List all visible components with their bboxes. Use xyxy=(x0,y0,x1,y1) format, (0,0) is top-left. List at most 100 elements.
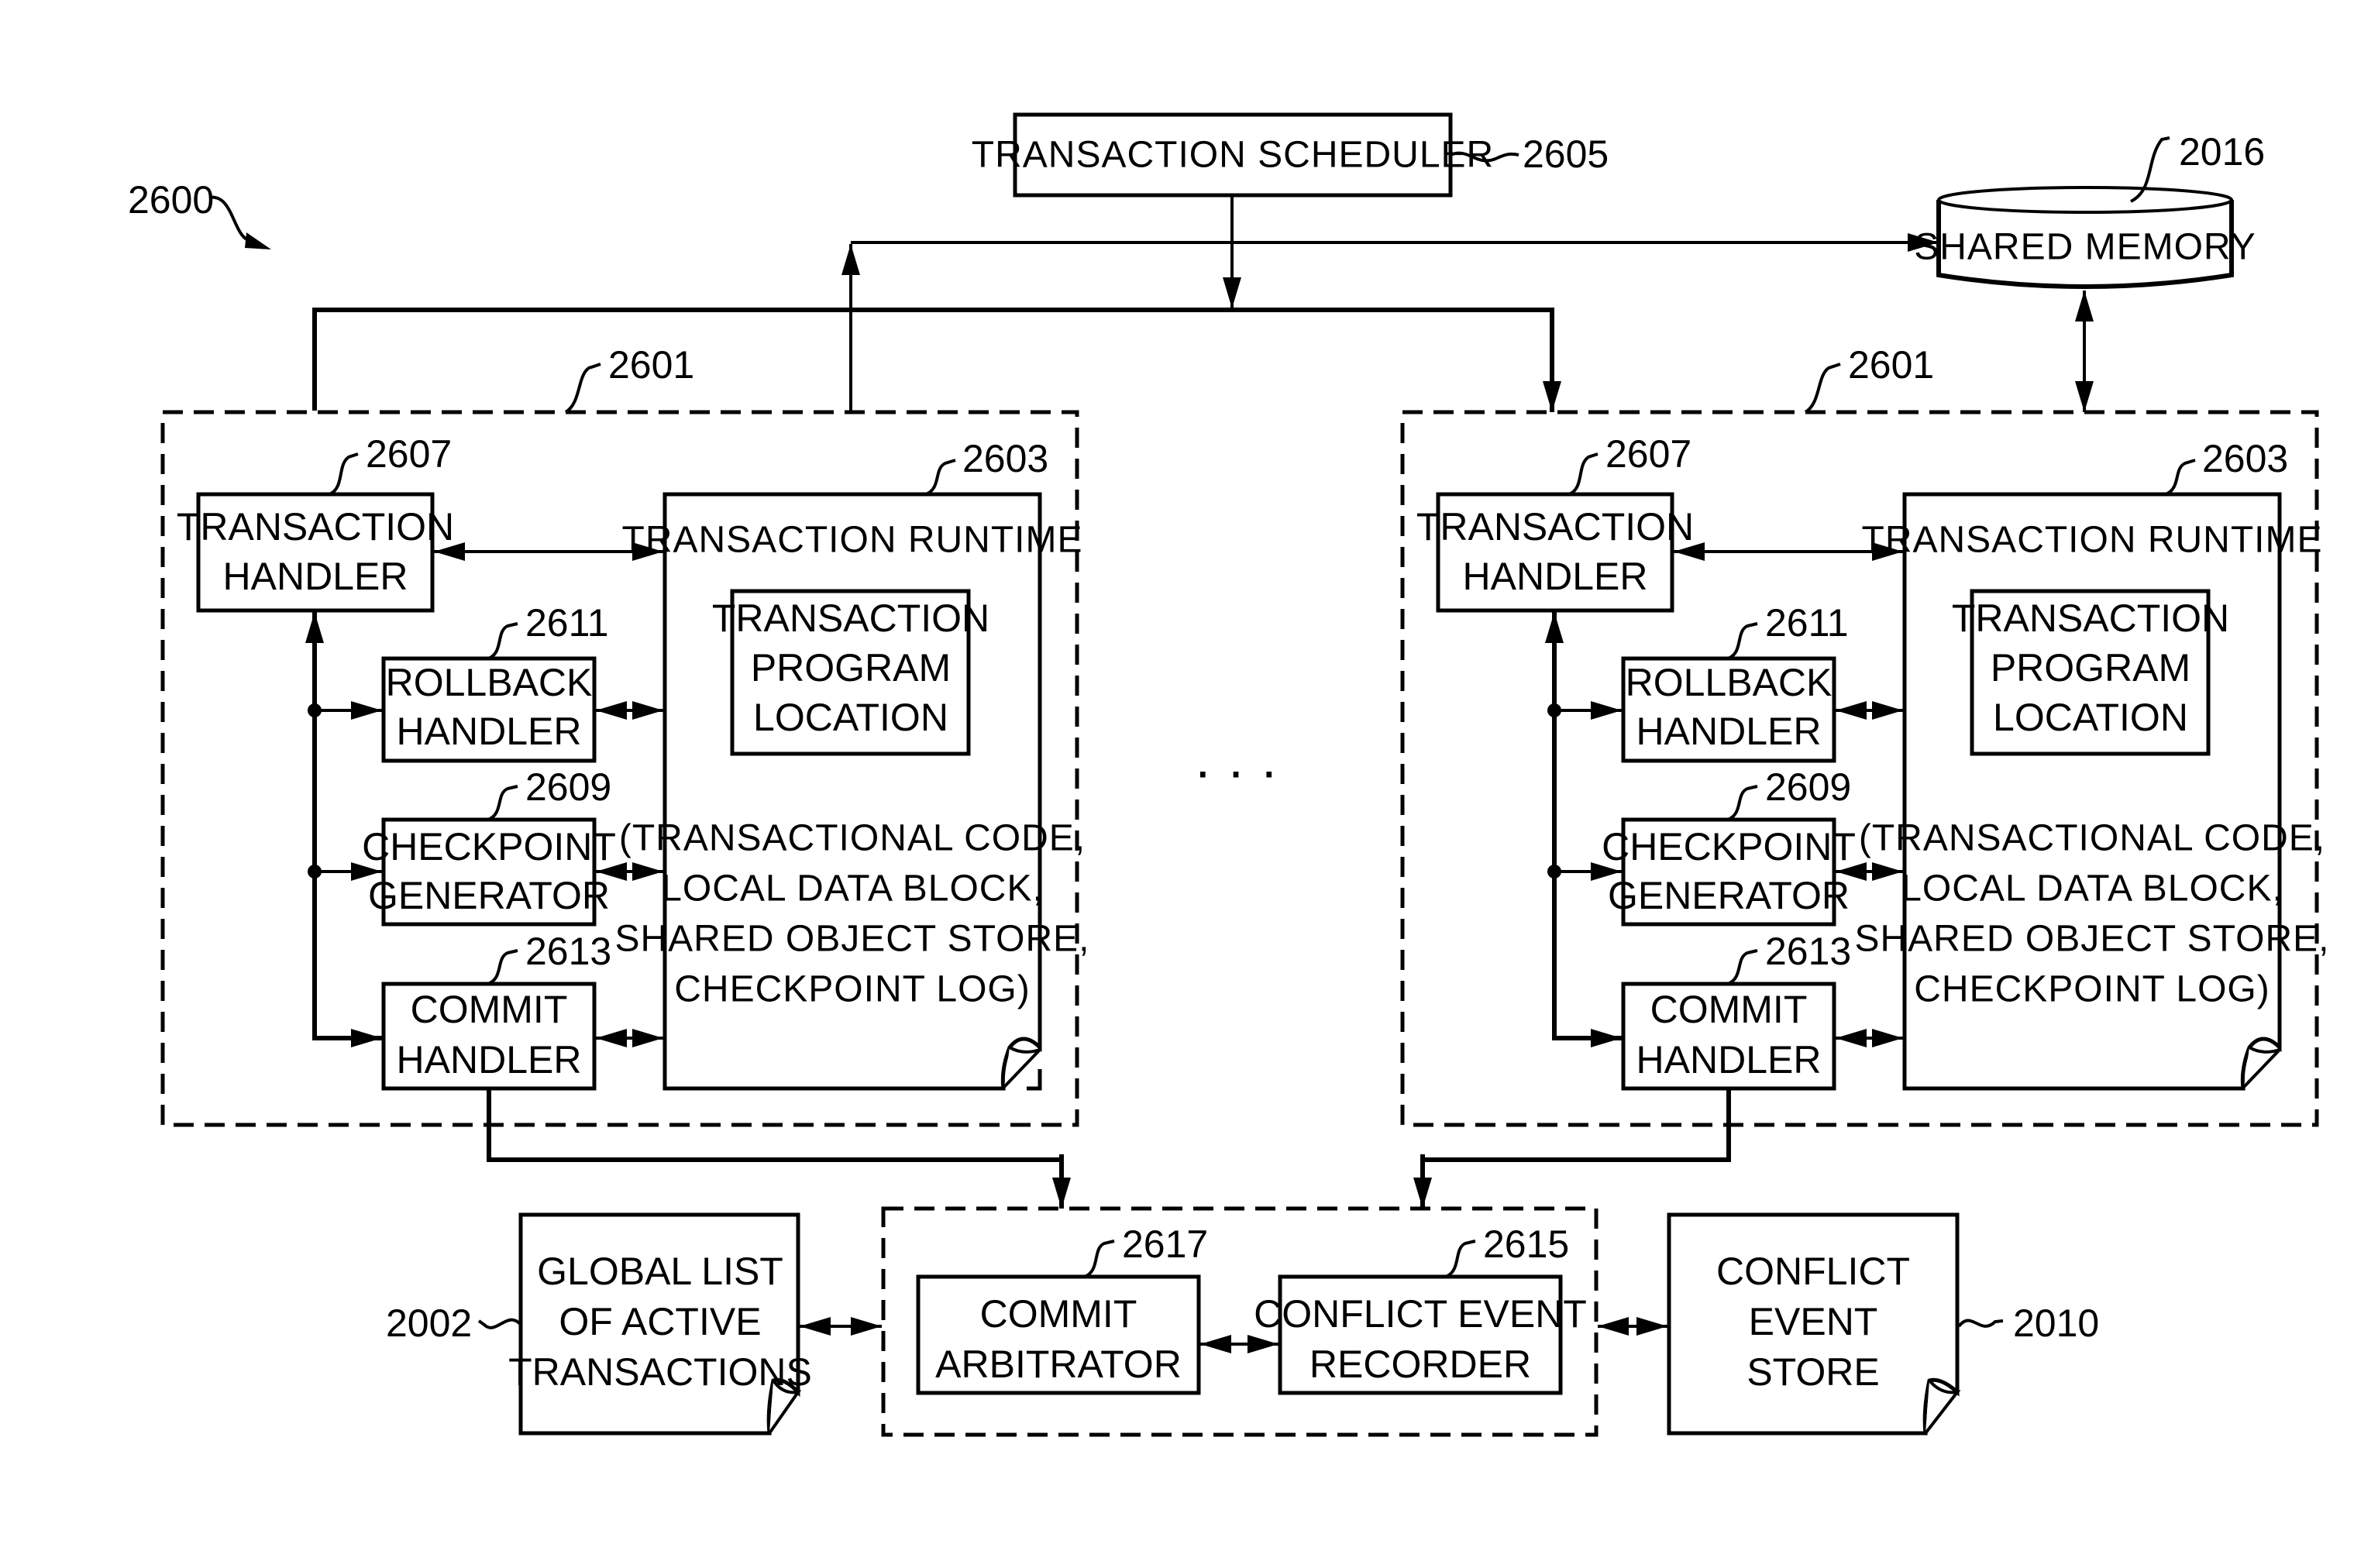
global-list-active-transactions[interactable]: GLOBAL LIST OF ACTIVE TRANSACTIONS xyxy=(508,1212,812,1436)
page-curl-icon xyxy=(2242,1046,2281,1088)
commit-handler-ref: 2613 xyxy=(525,930,611,973)
runtime-contents-line-1: (TRANSACTIONAL CODE, xyxy=(1859,818,2325,859)
commit-handler-leader xyxy=(1727,949,1758,985)
transaction-runtime[interactable]: TRANSACTION RUNTIME TRANSACTION PROGRAM … xyxy=(1854,492,2329,1091)
conflict-event-store-line-2: EVENT xyxy=(1749,1300,1878,1343)
conflict-event-recorder[interactable]: CONFLICT EVENT RECORDER xyxy=(1254,1274,1587,1395)
runtime-ref: 2603 xyxy=(962,437,1048,480)
checkpoint-generator[interactable]: CHECKPOINT GENERATOR xyxy=(362,817,616,927)
node-group-ref: 2601 xyxy=(608,343,694,387)
transaction-handler-line-2: HANDLER xyxy=(1463,555,1648,598)
global-list-ref: 2002 xyxy=(386,1302,472,1345)
rollback-handler-line-2: HANDLER xyxy=(1636,710,1822,753)
conflict-event-store-leader xyxy=(1957,1319,2004,1328)
checkpoint-generator-line-2: GENERATOR xyxy=(368,874,610,917)
node-group-leader xyxy=(564,363,601,414)
checkpoint-generator-ref: 2609 xyxy=(525,765,611,809)
checkpoint-generator-line-2: GENERATOR xyxy=(1608,874,1850,917)
runtime-contents-line-4: CHECKPOINT LOG) xyxy=(1914,969,2270,1010)
rollback-handler-ref: 2611 xyxy=(525,601,609,645)
rollback-handler-ref: 2611 xyxy=(1765,601,1849,645)
runtime-title: TRANSACTION RUNTIME xyxy=(622,520,1083,561)
conflict-event-recorder-leader xyxy=(1445,1240,1476,1278)
global-list-line-2: OF ACTIVE xyxy=(559,1300,761,1343)
conflict-event-store[interactable]: CONFLICT EVENT STORE xyxy=(1667,1212,1961,1436)
figure-ref: 2600 xyxy=(128,178,214,222)
conflict-event-recorder-line-2: RECORDER xyxy=(1309,1343,1531,1386)
global-list-line-3: TRANSACTIONS xyxy=(508,1350,812,1394)
program-location-line-1: TRANSACTION xyxy=(712,597,989,640)
checkpoint-generator-line-1: CHECKPOINT xyxy=(1602,825,1856,868)
node-group-leader xyxy=(1804,363,1841,414)
conflict-event-recorder-ref: 2615 xyxy=(1483,1222,1569,1266)
runtime-contents-line-2: LOCAL DATA BLOCK, xyxy=(661,868,1044,910)
rollback-handler-leader xyxy=(1727,622,1758,660)
rollback-handler[interactable]: ROLLBACK HANDLER xyxy=(381,656,597,763)
transaction-handler[interactable]: TRANSACTION HANDLER xyxy=(1416,492,1694,613)
rollback-handler-line-2: HANDLER xyxy=(397,710,582,753)
commit-handler-line-1: COMMIT xyxy=(411,988,568,1031)
transaction-handler-line-2: HANDLER xyxy=(223,555,408,598)
runtime-leader xyxy=(925,459,956,496)
rollback-handler[interactable]: ROLLBACK HANDLER xyxy=(1621,656,1836,763)
commit-handler[interactable]: COMMIT HANDLER xyxy=(1621,982,1836,1091)
program-location-line-2: PROGRAM xyxy=(1991,646,2190,689)
checkpoint-generator-ref: 2609 xyxy=(1765,765,1851,809)
conflict-event-store-line-1: CONFLICT xyxy=(1716,1250,1910,1293)
commit-handler-line-2: HANDLER xyxy=(1636,1038,1822,1081)
conflict-event-store-ref: 2010 xyxy=(2013,1302,2099,1345)
node-group-right: 2601 TRANSACTION HANDLER 2607 ROLLBACK H… xyxy=(1400,343,2329,1127)
transaction-scheduler-label: TRANSACTION SCHEDULER xyxy=(972,135,1494,176)
ellipsis-more-groups: · · · xyxy=(1194,740,1278,800)
transaction-handler-line-1: TRANSACTION xyxy=(1416,505,1694,548)
checkpoint-generator-line-1: CHECKPOINT xyxy=(362,825,616,868)
commit-arbitrator[interactable]: COMMIT ARBITRATOR xyxy=(916,1274,1201,1395)
commit-wiring xyxy=(487,1088,1731,1209)
transaction-handler-ref: 2607 xyxy=(1605,432,1691,476)
runtime-ref: 2603 xyxy=(2202,437,2288,480)
figure-ref-arrowhead xyxy=(245,232,271,249)
transaction-handler-leader xyxy=(329,452,359,496)
commit-arbitrator-ref: 2617 xyxy=(1122,1222,1208,1266)
commit-arbitrator-leader xyxy=(1084,1240,1115,1278)
shared-memory[interactable]: SHARED MEMORY xyxy=(1914,186,2256,289)
runtime-contents-line-2: LOCAL DATA BLOCK, xyxy=(1901,868,2283,910)
checkpoint-generator-leader xyxy=(1727,785,1758,821)
shared-memory-label: SHARED MEMORY xyxy=(1914,227,2256,268)
node-group-ref: 2601 xyxy=(1848,343,1934,387)
shared-memory-ref: 2016 xyxy=(2179,130,2265,174)
rollback-handler-leader xyxy=(487,622,518,660)
global-list-line-1: GLOBAL LIST xyxy=(537,1250,783,1293)
global-list-leader xyxy=(477,1318,522,1329)
transaction-handler-leader xyxy=(1568,452,1599,496)
transaction-handler-line-1: TRANSACTION xyxy=(177,505,454,548)
program-location-line-2: PROGRAM xyxy=(751,646,951,689)
commit-arbitrator-line-1: COMMIT xyxy=(980,1292,1137,1336)
commit-handler-line-2: HANDLER xyxy=(397,1038,582,1081)
commit-handler[interactable]: COMMIT HANDLER xyxy=(381,982,597,1091)
program-location-line-3: LOCATION xyxy=(753,696,948,739)
transaction-runtime[interactable]: TRANSACTION RUNTIME TRANSACTION PROGRAM … xyxy=(614,492,1089,1091)
runtime-contents-line-1: (TRANSACTIONAL CODE, xyxy=(619,818,1086,859)
transaction-system-diagram: 2600 TRANSACTION SCHEDULER 2605 SHARED M… xyxy=(128,112,2329,1437)
conflict-event-recorder-line-1: CONFLICT EVENT xyxy=(1254,1292,1587,1336)
program-location-line-1: TRANSACTION xyxy=(1952,597,2229,640)
node-group-left: 2601 TRANSACTION HANDLER 2607 ROLLBACK H… xyxy=(160,343,1089,1127)
checkpoint-generator[interactable]: CHECKPOINT GENERATOR xyxy=(1602,817,1856,927)
program-location-line-3: LOCATION xyxy=(1993,696,2188,739)
commit-handler-leader xyxy=(487,949,518,985)
scheduler-ref: 2605 xyxy=(1523,132,1609,176)
conflict-event-store-line-3: STORE xyxy=(1747,1350,1879,1394)
rollback-handler-line-1: ROLLBACK xyxy=(386,661,593,704)
runtime-contents-line-4: CHECKPOINT LOG) xyxy=(674,969,1031,1010)
runtime-contents-line-3: SHARED OBJECT STORE, xyxy=(614,919,1089,960)
commit-handler-ref: 2613 xyxy=(1765,930,1851,973)
commit-handler-line-1: COMMIT xyxy=(1650,988,1808,1031)
runtime-leader xyxy=(2165,459,2196,496)
transaction-scheduler[interactable]: TRANSACTION SCHEDULER xyxy=(972,112,1494,198)
rollback-handler-line-1: ROLLBACK xyxy=(1626,661,1833,704)
transaction-handler-ref: 2607 xyxy=(366,432,452,476)
transaction-handler[interactable]: TRANSACTION HANDLER xyxy=(177,492,454,613)
runtime-contents-line-3: SHARED OBJECT STORE, xyxy=(1854,919,2329,960)
commit-arbitrator-line-2: ARBITRATOR xyxy=(935,1343,1182,1386)
